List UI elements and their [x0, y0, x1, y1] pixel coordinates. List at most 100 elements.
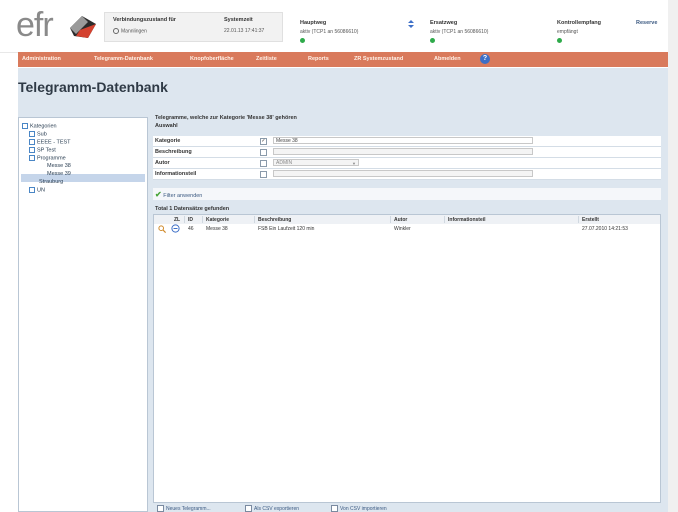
connection-status-box: Verbindungszustand für Mannlingen [104, 12, 224, 42]
main-route-status: Hauptweg aktiv (TCP1 an 56086610) [300, 20, 358, 45]
swap-arrows-icon[interactable] [408, 20, 414, 28]
kategorie-input[interactable]: Messe 38 [273, 137, 533, 144]
main-menu-bar: Administration Telegramm-Datenbank Knopf… [18, 52, 668, 67]
kategorie-checkbox[interactable]: ✓ [260, 138, 267, 145]
tree-item-programme[interactable]: Programme [29, 155, 66, 161]
import-csv-label: Von CSV importieren [340, 505, 387, 512]
help-icon[interactable]: ? [480, 54, 490, 64]
bottom-toolbar: Neues Telegramm... Als CSV exportieren V… [153, 503, 661, 512]
filter-row-autor: Autor ADMIN ▼ [153, 158, 661, 169]
collapse-icon[interactable] [22, 123, 28, 129]
beschreibung-input[interactable] [273, 148, 533, 155]
panel-heading: Telegramme, welche zur Kategorie 'Messe … [155, 115, 297, 121]
control-reception-status: Kontrollempfang empfängt [557, 20, 601, 45]
menu-administration[interactable]: Administration [22, 56, 61, 62]
result-count: Total 1 Datensätze gefunden [155, 206, 230, 212]
expand-icon[interactable] [29, 139, 35, 145]
tree-item-label: SP Test [37, 147, 56, 154]
telegram-table: ZL ID Kategorie Beschreibung Autor Infor… [153, 214, 661, 503]
tree-item-label: Messe 38 [47, 163, 71, 169]
alt-route-status: Ersatzweg aktiv (TCP1 an 56086610) [430, 20, 488, 45]
apply-filter-button[interactable]: ✔ Filter anwenden [155, 190, 202, 199]
table-row[interactable]: 46 Messe 38 FSB Ein Laufzeit 120 min Win… [154, 224, 660, 235]
apply-filter-label: Filter anwenden [163, 193, 203, 199]
column-header-kategorie[interactable]: Kategorie [206, 217, 229, 223]
control-reception-value: empfängt [557, 29, 578, 35]
informationsteil-checkbox[interactable] [260, 171, 267, 178]
magnifier-icon[interactable] [158, 225, 167, 235]
expand-icon[interactable] [29, 131, 35, 137]
export-csv-button[interactable]: Als CSV exportieren [245, 505, 299, 512]
filter-row-beschreibung: Beschreibung [153, 147, 661, 158]
import-csv-button[interactable]: Von CSV importieren [331, 505, 387, 512]
tree-item-eeee-test[interactable]: EEEE - TEST [29, 139, 71, 145]
column-divider [254, 216, 255, 223]
beschreibung-checkbox[interactable] [260, 149, 267, 156]
alt-route-value: aktiv (TCP1 an 56086610) [430, 29, 489, 35]
cell-autor: Winkler [394, 226, 411, 232]
tree-item-label: UN [37, 187, 45, 194]
menu-abmelden[interactable]: Abmelden [434, 56, 461, 62]
tree-item-sub[interactable]: Sub [29, 131, 47, 137]
cell-beschreibung: FSB Ein Laufzeit 120 min [258, 226, 315, 232]
column-header-erstellt[interactable]: Erstellt [582, 217, 599, 223]
tree-item-strauburg[interactable]: Strauburg [39, 179, 63, 185]
column-divider [390, 216, 391, 223]
main-route-title: Hauptweg [300, 20, 327, 26]
column-header-id[interactable]: ID [188, 217, 193, 223]
field-label: Beschreibung [155, 149, 192, 155]
autor-select[interactable]: ADMIN ▼ [273, 159, 359, 166]
menu-zeitliste[interactable]: Zeitliste [256, 56, 277, 62]
informationsteil-input[interactable] [273, 170, 533, 177]
new-telegram-button[interactable]: Neues Telegramm... [157, 505, 211, 512]
telegram-panel: Telegramme, welche zur Kategorie 'Messe … [153, 110, 661, 503]
autor-checkbox[interactable] [260, 160, 267, 167]
connection-location: Mannlingen [121, 28, 147, 35]
column-divider [578, 216, 579, 223]
category-tree: Kategorien Sub EEEE - TEST SP Test Progr… [18, 117, 148, 512]
logo-icon [70, 16, 96, 38]
column-header-beschreibung[interactable]: Beschreibung [258, 217, 291, 223]
tree-item-label: Kategorien [30, 123, 57, 130]
export-icon [245, 505, 252, 512]
menu-zr-systemzustand[interactable]: ZR Systemzustand [354, 56, 403, 62]
column-divider [444, 216, 445, 223]
delete-icon[interactable] [171, 224, 180, 235]
system-time-title: Systemzeit [224, 17, 253, 23]
autor-select-value: ADMIN [276, 160, 293, 166]
tree-item-sp-test[interactable]: SP Test [29, 147, 56, 153]
menu-telegramm-datenbank[interactable]: Telegramm-Datenbank [94, 56, 153, 62]
tree-item-un[interactable]: UN [29, 187, 45, 193]
new-document-icon [157, 505, 164, 512]
page-title: Telegramm-Datenbank [18, 79, 168, 95]
new-telegram-label: Neues Telegramm... [166, 505, 211, 512]
efr-logo: efr [16, 6, 54, 44]
filter-section-title: Auswahl [155, 123, 178, 129]
system-time-box: Systemzeit 22.01.13 17:41:37 [222, 12, 283, 42]
column-divider [202, 216, 203, 223]
tree-item-label: Strauburg [39, 179, 64, 185]
column-header-zl[interactable]: ZL [174, 217, 180, 223]
menu-knopfoberflaeche[interactable]: Knopfoberfläche [190, 56, 234, 62]
system-time-value: 22.01.13 17:41:37 [224, 28, 265, 34]
tree-item-kategorien[interactable]: Kategorien [22, 123, 57, 129]
filter-row-informationsteil: Informationsteil [153, 169, 661, 180]
expand-icon[interactable] [29, 187, 35, 193]
radio-icon [113, 28, 119, 34]
cell-id: 46 [188, 226, 194, 232]
tree-item-messe-39[interactable]: Messe 39 [47, 171, 71, 177]
status-dot-icon [557, 38, 562, 43]
field-label: Informationsteil [155, 171, 197, 177]
connection-value: Mannlingen [113, 28, 147, 34]
tree-item-label: Sub [37, 131, 47, 138]
tree-item-messe-38[interactable]: Messe 38 [47, 163, 71, 169]
collapse-icon[interactable] [29, 155, 35, 161]
column-header-autor[interactable]: Autor [394, 217, 407, 223]
page-scrollbar[interactable] [668, 0, 678, 512]
column-header-informationsteil[interactable]: Informationsteil [448, 217, 486, 223]
filter-action-bar: ✔ Filter anwenden [153, 188, 661, 200]
menu-reports[interactable]: Reports [308, 56, 329, 62]
main-route-value: aktiv (TCP1 an 56086610) [300, 29, 359, 35]
expand-icon[interactable] [29, 147, 35, 153]
filter-row-kategorie: Kategorie ✓ Messe 38 [153, 136, 661, 147]
